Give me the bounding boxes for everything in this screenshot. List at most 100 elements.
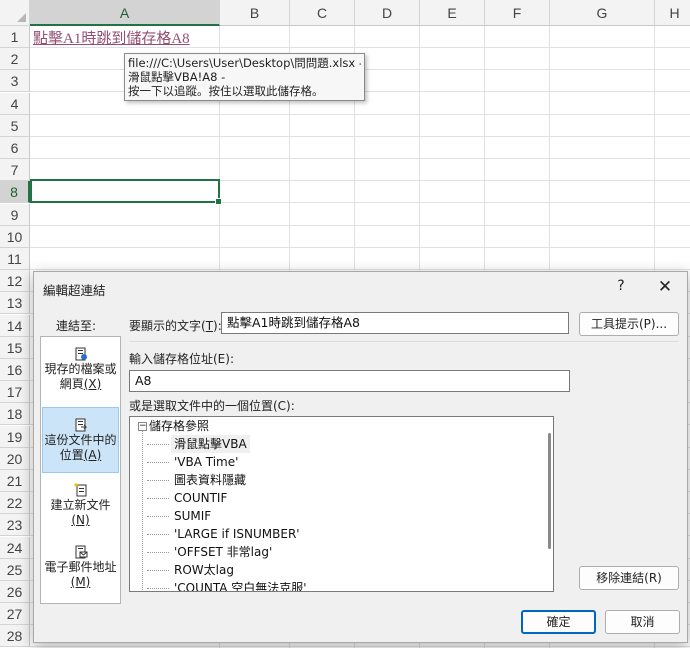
- row-header[interactable]: 6: [0, 137, 30, 159]
- link-option-email-line1: 電子郵件地址: [44, 560, 117, 574]
- row-gridline: [30, 269, 690, 270]
- tree-connector-line: [142, 430, 143, 591]
- column-header[interactable]: F: [485, 0, 550, 26]
- tree-branch-line: [147, 570, 169, 571]
- tree-item[interactable]: ROW太lag: [174, 561, 234, 579]
- link-option-place-key: (A): [83, 448, 102, 462]
- screentip-button[interactable]: 工具提示(P)...: [579, 312, 679, 336]
- tree-branch-line: [147, 480, 169, 481]
- column-header[interactable]: C: [290, 0, 355, 26]
- tree-item[interactable]: 'OFFSET 非常lag': [174, 543, 272, 561]
- link-option-existing-file-line1: 現存的檔案或: [44, 362, 117, 376]
- tooltip-line-2: 滑鼠點擊VBA!A8 -: [128, 70, 226, 84]
- row-header[interactable]: 27: [0, 603, 30, 626]
- row-gridline: [30, 113, 690, 115]
- column-header[interactable]: A: [30, 0, 220, 26]
- collapse-toggle-icon[interactable]: −: [138, 422, 147, 431]
- row-header[interactable]: 21: [0, 470, 30, 492]
- link-option-existing-file[interactable]: 現存的檔案或 網頁(X): [42, 347, 119, 397]
- row-header[interactable]: 25: [0, 558, 30, 581]
- edit-hyperlink-dialog: 編輯超連結 ? ✕ 連結至: 現存的檔案或 網頁(X) 這份文件中的 位置(A)…: [33, 271, 688, 643]
- help-button[interactable]: ?: [613, 278, 629, 296]
- row-gridline: [30, 246, 690, 248]
- tree-item[interactable]: 'COUNTA 空白無法克服': [174, 579, 307, 591]
- row-header[interactable]: 15: [0, 336, 30, 359]
- tree-root-label: 儲存格參照: [149, 419, 210, 433]
- place-in-document-tree[interactable]: − 儲存格參照 滑鼠點擊VBA 'VBA Time' 圖表資料隱藏 COUNTIF SUM…: [129, 416, 554, 592]
- column-header[interactable]: G: [550, 0, 655, 26]
- row-header[interactable]: 19: [0, 425, 30, 448]
- link-option-new-document[interactable]: 建立新文件 (N): [42, 483, 119, 533]
- dialog-divider: [129, 341, 679, 342]
- display-text-label-start: 要顯示的文字(: [129, 319, 206, 333]
- link-option-existing-file-key: (X): [83, 377, 102, 391]
- tooltip-line-3: 按一下以追蹤。按住以選取此儲存格。: [128, 84, 324, 98]
- row-header[interactable]: 11: [0, 248, 30, 270]
- display-text-input[interactable]: 點擊A1時跳到儲存格A8: [221, 312, 569, 334]
- row-header[interactable]: 1: [0, 26, 30, 48]
- display-text-label: 要顯示的文字(T):: [129, 317, 222, 334]
- tree-branch-line: [147, 588, 169, 589]
- row-gridline: [30, 224, 690, 226]
- row-header[interactable]: 20: [0, 447, 30, 470]
- active-cell-a8[interactable]: [30, 179, 222, 205]
- tree-branch-line: [147, 498, 169, 499]
- tree-item[interactable]: COUNTIF: [174, 489, 227, 507]
- tree-item[interactable]: 'LARGE if ISNUMBER': [174, 525, 300, 543]
- row-header[interactable]: 12: [0, 270, 30, 293]
- row-header[interactable]: 28: [0, 625, 30, 648]
- tooltip-line-1: file:///C:\Users\User\Desktop\問問題.xlsx -: [128, 56, 361, 70]
- row-header[interactable]: 26: [0, 581, 30, 603]
- tree-item[interactable]: SUMIF: [174, 507, 211, 525]
- row-header[interactable]: 17: [0, 381, 30, 404]
- tree-branch-line: [147, 516, 169, 517]
- email-address-icon: [75, 545, 87, 559]
- tree-scrollbar-thumb[interactable]: [548, 433, 551, 549]
- row-gridline: [30, 135, 690, 137]
- row-header[interactable]: 4: [0, 92, 30, 115]
- row-header[interactable]: 14: [0, 314, 30, 337]
- column-header[interactable]: D: [355, 0, 420, 26]
- row-header[interactable]: 10: [0, 225, 30, 248]
- row-header[interactable]: 13: [0, 292, 30, 315]
- remove-link-button[interactable]: 移除連結(R): [579, 566, 679, 590]
- row-header[interactable]: 3: [0, 70, 30, 93]
- cancel-button[interactable]: 取消: [605, 610, 680, 634]
- tree-branch-line: [147, 534, 169, 535]
- link-option-new-document-key: (N): [71, 513, 90, 527]
- row-header[interactable]: 22: [0, 492, 30, 515]
- row-gridline: [30, 646, 690, 648]
- row-header[interactable]: 7: [0, 159, 30, 182]
- tree-branch-line: [147, 552, 169, 553]
- row-header[interactable]: 23: [0, 514, 30, 537]
- column-header[interactable]: E: [420, 0, 485, 26]
- row-gridline: [30, 158, 690, 159]
- tree-branch-line: [147, 462, 169, 463]
- display-text-label-key: T: [205, 319, 214, 333]
- ok-button[interactable]: 確定: [521, 610, 596, 634]
- row-header[interactable]: 2: [0, 48, 30, 71]
- select-all-corner[interactable]: [0, 0, 30, 26]
- column-header[interactable]: B: [220, 0, 290, 26]
- row-header[interactable]: 5: [0, 114, 30, 137]
- hyperlink-tooltip: file:///C:\Users\User\Desktop\問問題.xlsx -…: [124, 53, 365, 101]
- cell-a1-hyperlink[interactable]: 點擊A1時跳到儲存格A8: [33, 28, 190, 50]
- tree-item[interactable]: 滑鼠點擊VBA: [171, 435, 250, 453]
- link-to-label: 連結至:: [56, 319, 97, 333]
- place-in-document-label: 或是選取文件中的一個位置(C):: [129, 399, 295, 413]
- tree-item[interactable]: 'VBA Time': [174, 453, 238, 471]
- cell-reference-input[interactable]: A8: [129, 370, 570, 392]
- link-option-place-in-document[interactable]: 這份文件中的 位置(A): [42, 407, 119, 473]
- column-header[interactable]: H: [655, 0, 690, 26]
- dialog-title: 編輯超連結: [43, 283, 106, 298]
- tree-item[interactable]: 圖表資料隱藏: [174, 471, 246, 489]
- close-button[interactable]: ✕: [654, 276, 676, 298]
- row-header[interactable]: 9: [0, 203, 30, 226]
- row-header[interactable]: 24: [0, 536, 30, 559]
- row-header[interactable]: 8: [0, 181, 30, 204]
- row-header[interactable]: 18: [0, 403, 30, 426]
- link-to-panel: 現存的檔案或 網頁(X) 這份文件中的 位置(A) 建立新文件 (N) 電子郵件…: [40, 336, 121, 604]
- tree-root-cell-reference[interactable]: − 儲存格參照: [138, 417, 209, 435]
- link-option-email-address[interactable]: 電子郵件地址 (M): [42, 545, 119, 595]
- row-header[interactable]: 16: [0, 359, 30, 381]
